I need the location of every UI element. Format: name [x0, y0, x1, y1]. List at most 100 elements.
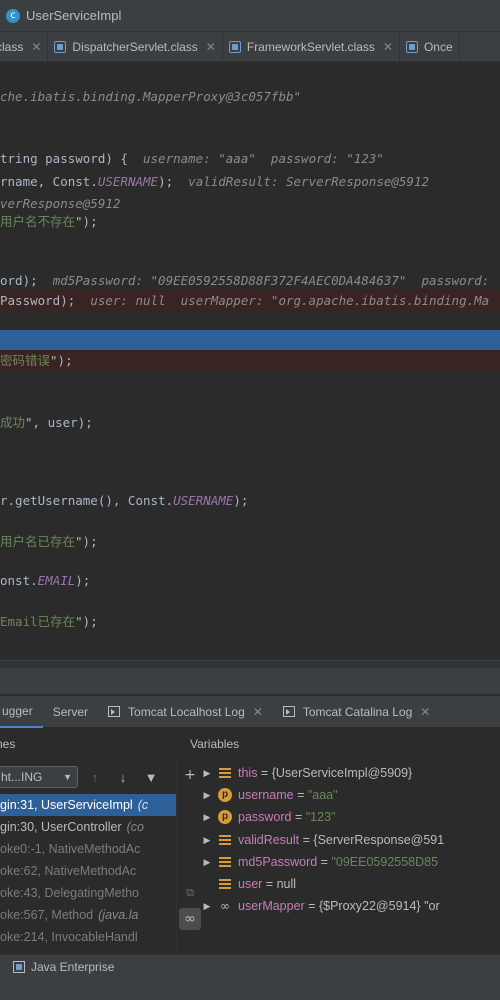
code-token: ", user); [25, 415, 93, 430]
console-icon [282, 706, 295, 717]
variable-row[interactable]: ▶ p password = "123" [202, 806, 335, 828]
variable-row[interactable]: user = null [202, 873, 296, 895]
variable-row[interactable]: ▶ validResult = {ServerResponse@591 [202, 829, 445, 851]
stack-frame[interactable]: oke:62, NativeMethodAc [0, 860, 176, 882]
status-bar: Java Enterprise [0, 954, 500, 978]
stack-frame[interactable]: gin:30, UserController (co [0, 816, 176, 838]
tab-tomcat-catalina-log[interactable]: Tomcat Catalina Log ✕ [273, 696, 440, 728]
code-token: USERNAME [173, 493, 234, 508]
thread-selector-value: ht...ING [1, 770, 43, 784]
equals-sign: = [317, 854, 332, 869]
code-token: 成功 [0, 415, 26, 430]
expand-arrow-icon[interactable]: ▶ [202, 851, 212, 873]
expand-arrow-icon[interactable]: ▶ [202, 762, 212, 784]
variable-row[interactable]: ▶ md5Password = "09EE0592558D85 [202, 851, 439, 873]
code-line: 用户名已存在"); [0, 531, 98, 553]
add-watch-icon[interactable]: + [179, 764, 201, 786]
editor-tab-label: FrameworkServlet.class [246, 39, 375, 54]
variable-value: "aaa" [307, 788, 338, 803]
frames-toolbar: ht...ING ▼ ↑ ↓ ▼ [0, 764, 176, 790]
variable-name: validResult [238, 832, 300, 847]
code-token: r.getUsername(), Const. [0, 493, 174, 508]
debug-tool-strip [0, 668, 500, 694]
tab-label: Server [52, 704, 89, 719]
field-icon [218, 877, 232, 891]
panel-divider[interactable] [0, 660, 500, 668]
tab-label: Tomcat Localhost Log [128, 704, 245, 719]
code-line: tring password) { username: "aaa" passwo… [0, 148, 384, 170]
editor-tab-class[interactable]: class ✕ [0, 32, 49, 61]
code-token: "); [75, 534, 98, 549]
expand-arrow-icon[interactable]: ▶ [202, 784, 212, 806]
field-icon [218, 766, 232, 780]
watches-icon[interactable]: ∞ [179, 908, 201, 930]
param-icon: p [218, 788, 232, 803]
tab-debugger[interactable]: ugger [0, 696, 43, 728]
execution-line-highlight [0, 330, 500, 352]
code-token: rname, Const. [0, 174, 98, 189]
arrow-up-icon[interactable]: ↑ [84, 770, 106, 785]
close-icon[interactable]: ✕ [383, 40, 393, 54]
tab-tomcat-localhost-log[interactable]: Tomcat Localhost Log ✕ [98, 696, 273, 728]
chevron-down-icon: ▼ [63, 772, 72, 782]
equals-sign: = [299, 832, 314, 847]
code-line: che.ibatis.binding.MapperProxy@3c057fbb" [0, 86, 301, 108]
frames-panel: ht...ING ▼ ↑ ↓ ▼ gin:31, UserServiceImpl… [0, 758, 176, 954]
close-icon[interactable]: ✕ [206, 40, 216, 54]
code-line: onst.EMAIL); [0, 570, 90, 592]
code-editor[interactable]: che.ibatis.binding.MapperProxy@3c057fbb"… [0, 63, 500, 660]
expand-arrow-icon[interactable]: ▶ [202, 895, 212, 917]
stack-frame-location: (java.la [98, 908, 139, 922]
filter-icon[interactable]: ▼ [140, 770, 162, 785]
editor-tab-label: Once [423, 39, 453, 54]
editor-tab-frameworkservlet[interactable]: FrameworkServlet.class ✕ [223, 32, 400, 61]
stack-frame-location: (co [126, 820, 144, 834]
expand-arrow-icon[interactable]: ▶ [202, 829, 212, 851]
code-line: 用户名不存在"); [0, 211, 98, 233]
variables-vertical-toolbar: + ⧉ ∞ [176, 758, 202, 954]
thread-selector[interactable]: ht...ING ▼ [0, 766, 78, 788]
stack-frame[interactable]: oke:567, Method (java.la [0, 904, 176, 926]
variable-name: user [238, 877, 263, 891]
variable-row[interactable]: ▶ this = {UserServiceImpl@5909} [202, 762, 413, 784]
console-icon [108, 706, 121, 717]
class-file-icon [54, 40, 67, 53]
code-token: "); [75, 214, 98, 229]
editor-tab-label: DispatcherServlet.class [72, 39, 198, 54]
code-token: EMAIL [37, 573, 76, 588]
variable-name: username [238, 788, 294, 803]
code-line: ord); md5Password: "09EE0592558D88F372F4… [0, 270, 489, 292]
bottom-band [0, 978, 500, 1000]
code-token: Password); [0, 293, 91, 308]
variables-header: Variables [190, 737, 240, 751]
variable-name: this [238, 766, 258, 780]
stack-frame-method: oke:43, DelegatingMetho [0, 886, 139, 900]
close-icon[interactable]: ✕ [253, 705, 263, 719]
stack-frame[interactable]: oke0:-1, NativeMethodAc [0, 838, 176, 860]
equals-sign: = [304, 899, 319, 914]
stack-frame[interactable]: oke:214, InvocableHandl [0, 926, 176, 948]
variable-row[interactable]: ▶ ∞ userMapper = {$Proxy22@5914} "or [202, 895, 440, 917]
stack-frame[interactable]: oke:43, DelegatingMetho [0, 882, 176, 904]
variable-name: password [238, 810, 292, 825]
code-line: 密码错误"); [0, 350, 73, 372]
editor-tab-once[interactable]: Once [400, 32, 460, 61]
copy-icon[interactable]: ⧉ [179, 882, 201, 904]
intellij-app-icon: c [6, 8, 20, 23]
code-line: Password); user: null userMapper: "org.a… [0, 290, 489, 312]
java-enterprise-label[interactable]: Java Enterprise [31, 960, 114, 974]
arrow-down-icon[interactable]: ↓ [112, 770, 134, 785]
code-token: USERNAME [97, 174, 159, 189]
close-icon[interactable]: ✕ [420, 705, 430, 719]
tab-server[interactable]: Server [43, 696, 98, 728]
expand-arrow-icon[interactable]: ▶ [202, 806, 212, 828]
variable-row[interactable]: ▶ p username = "aaa" [202, 784, 338, 806]
equals-sign: = [291, 810, 306, 825]
stack-frame[interactable]: gin:31, UserServiceImpl (c [0, 794, 176, 816]
close-icon[interactable]: ✕ [31, 40, 41, 54]
stack-frame-method: gin:30, UserController [0, 820, 122, 834]
code-token: Email已存在 [0, 614, 76, 629]
stack-frame-method: oke:214, InvocableHandl [0, 930, 138, 944]
editor-tab-dispatcherservlet[interactable]: DispatcherServlet.class ✕ [48, 32, 223, 61]
debugger-tab-bar: ugger Server Tomcat Localhost Log ✕ Tomc… [0, 696, 500, 728]
